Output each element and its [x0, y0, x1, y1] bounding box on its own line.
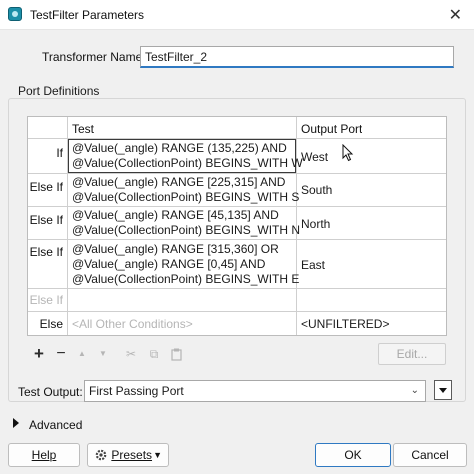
column-header-output-port[interactable]: Output Port: [301, 122, 362, 136]
row-condition-else-if: Else If: [29, 180, 63, 194]
all-other-conditions: <All Other Conditions>: [72, 317, 193, 331]
port-definitions-title: Port Definitions: [14, 84, 104, 98]
column-header-test[interactable]: Test: [72, 122, 94, 136]
output-port-west[interactable]: West: [301, 150, 328, 164]
close-icon[interactable]: ✕: [449, 5, 462, 25]
mouse-cursor-icon: [342, 144, 354, 162]
move-up-button[interactable]: ▲: [75, 344, 89, 364]
cut-button[interactable]: ✂: [123, 344, 139, 364]
test-output-value: First Passing Port: [89, 384, 184, 398]
advanced-label[interactable]: Advanced: [29, 418, 82, 432]
output-port-east[interactable]: East: [301, 258, 325, 272]
test-line[interactable]: @Value(_angle) RANGE [315,360] OR: [72, 242, 279, 256]
port-definitions-table: Test Output Port If @Value(_angle) RANGE…: [27, 116, 447, 336]
help-button-label: Help: [31, 448, 57, 462]
row-condition-if: If: [56, 146, 63, 160]
paste-icon[interactable]: [171, 348, 182, 361]
row-condition-else: Else: [39, 317, 63, 331]
row-condition-else-if-empty: Else If: [29, 293, 63, 307]
remove-row-button[interactable]: −: [52, 344, 70, 364]
test-line[interactable]: @Value(_angle) RANGE [225,315] AND: [72, 175, 285, 189]
test-output-select[interactable]: First Passing Port ⌄: [84, 380, 426, 402]
presets-button[interactable]: Presets ▼: [87, 443, 169, 467]
ok-button[interactable]: OK: [315, 443, 391, 467]
chevron-down-icon: ▼: [153, 450, 162, 460]
output-port-south[interactable]: South: [301, 183, 332, 197]
test-cell-empty[interactable]: [72, 293, 292, 307]
gear-icon: [95, 449, 107, 461]
test-line: @Value(_angle) RANGE (135,225) AND: [72, 141, 287, 155]
presets-button-label: Presets: [111, 448, 153, 462]
transformer-name-input[interactable]: TestFilter_2: [140, 46, 454, 68]
fme-app-icon: [8, 7, 22, 21]
copy-button[interactable]: ⧉: [146, 344, 162, 364]
window-title: TestFilter Parameters: [30, 8, 145, 22]
chevron-down-icon: ⌄: [410, 385, 419, 396]
help-button[interactable]: Help: [8, 443, 80, 467]
test-line[interactable]: @Value(CollectionPoint) BEGINS_WITH E: [72, 272, 299, 286]
test-line: @Value(CollectionPoint) BEGINS_WITH W: [72, 156, 303, 170]
ok-button-label: OK: [344, 448, 362, 462]
test-line[interactable]: @Value(CollectionPoint) BEGINS_WITH S: [72, 190, 299, 204]
cancel-button-label: Cancel: [411, 448, 449, 462]
test-line[interactable]: @Value(_angle) RANGE [0,45] AND: [72, 257, 265, 271]
edit-button[interactable]: Edit...: [378, 343, 446, 365]
output-port-unfiltered[interactable]: <UNFILTERED>: [301, 317, 389, 331]
test-output-label: Test Output:: [18, 385, 83, 399]
cancel-button[interactable]: Cancel: [393, 443, 467, 467]
add-row-button[interactable]: +: [30, 344, 48, 364]
output-port-north[interactable]: North: [301, 217, 330, 231]
title-bar: TestFilter Parameters ✕: [0, 0, 474, 30]
test-line[interactable]: @Value(_angle) RANGE [45,135] AND: [72, 208, 279, 222]
test-line[interactable]: @Value(CollectionPoint) BEGINS_WITH N: [72, 223, 300, 237]
expand-arrow-icon[interactable]: [13, 418, 19, 428]
row-condition-else-if: Else If: [29, 213, 63, 227]
transformer-name-label: Transformer Name:: [42, 50, 146, 64]
test-output-options-button[interactable]: [434, 380, 452, 400]
row-condition-else-if: Else If: [29, 245, 63, 259]
move-down-button[interactable]: ▼: [96, 344, 110, 364]
